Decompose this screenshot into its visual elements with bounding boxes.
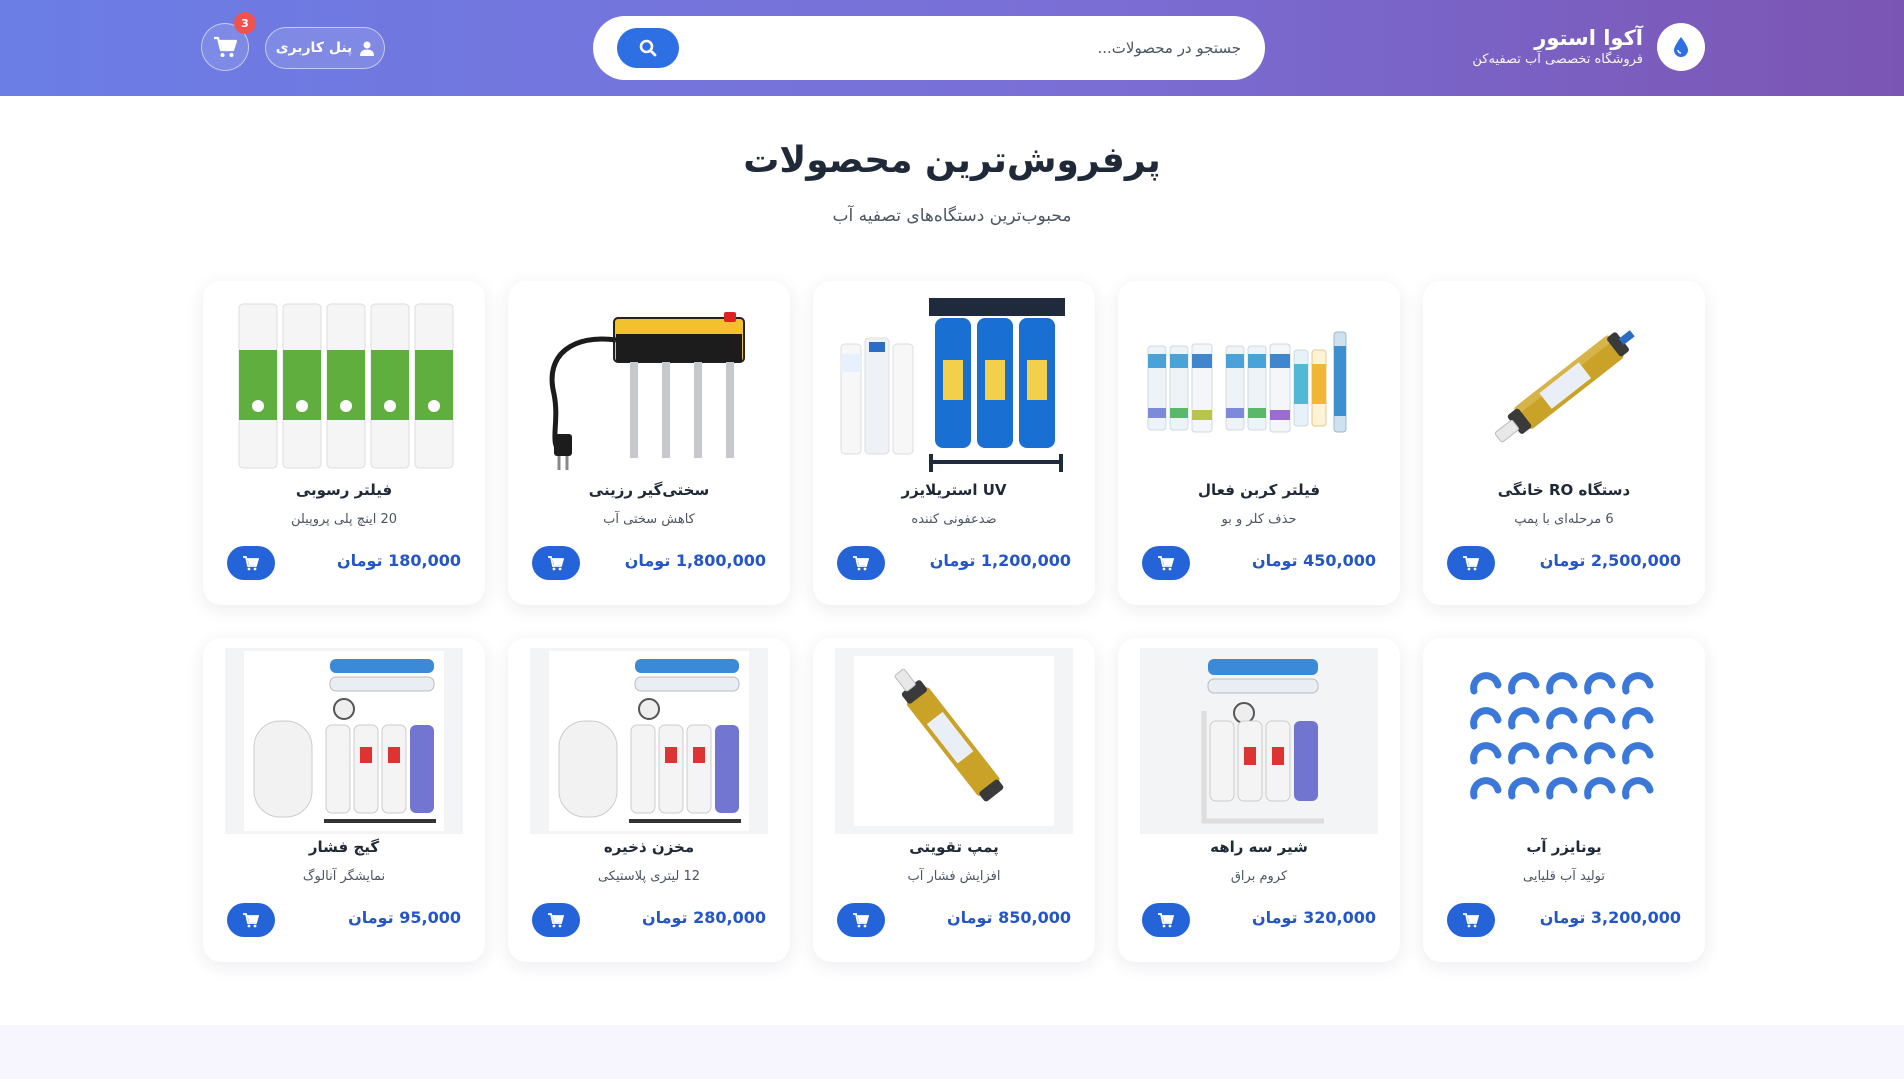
product-name: گیج فشار [308,838,380,856]
product-description: 20 اینچ پلی پروپیلن [290,512,398,527]
product-price: 850,000 تومان [946,908,1071,927]
product-name: سختی‌گیر رزینی [588,481,710,499]
product-description: 6 مرحله‌ای با پمپ [1514,512,1614,527]
cart-plus-icon [853,912,869,927]
user-panel-button[interactable]: پنل کاربری [265,27,385,69]
user-panel-label: پنل کاربری [275,40,353,56]
product-name: یونایزر آب [1526,838,1602,856]
search-button[interactable] [617,28,679,68]
product-price: 95,000 تومان [348,908,461,927]
product-name: شیر سه راهه [1210,838,1308,856]
product-card[interactable]: دستگاه RO خانگی 6 مرحله‌ای با پمپ 2,500,… [1423,281,1705,605]
cart-plus-icon [548,555,564,570]
product-card[interactable]: فیلتر رسوبی 20 اینچ پلی پروپیلن 180,000 … [203,281,485,605]
add-to-cart-button[interactable] [227,546,275,580]
product-price: 1,800,000 تومان [624,551,766,570]
product-price: 2,500,000 تومان [1539,551,1681,570]
u-clips-icon [1445,648,1683,834]
product-name: پمپ تقویتی [909,838,999,856]
add-to-cart-button[interactable] [532,903,580,937]
product-card[interactable]: UV استریلایزر ضدعفونی کننده 1,200,000 تو… [813,281,1095,605]
search-icon [639,39,657,57]
top-header: آکوا استور فروشگاه تخصصی آب تصفیه‌کن پنل… [0,0,1904,96]
cart-plus-icon [548,912,564,927]
cart-plus-icon [1463,912,1479,927]
product-description: 12 لیتری پلاستیکی [597,869,701,884]
housing-filters-icon [835,291,1073,477]
add-to-cart-button[interactable] [1447,546,1495,580]
cart-icon [214,36,237,57]
cart-count-badge: 3 [234,12,256,34]
product-card[interactable]: پمپ تقویتی افزایش فشار آب 850,000 تومان [813,638,1095,962]
user-icon [360,41,375,56]
product-description: نمایشگر آنالوگ [302,869,386,884]
add-to-cart-button[interactable] [227,903,275,937]
product-description: ضدعفونی کننده [911,512,997,527]
product-card[interactable]: شیر سه راهه کروم براق 320,000 تومان [1118,638,1400,962]
product-card[interactable]: یونایزر آب تولید آب قلیایی 3,200,000 توم… [1423,638,1705,962]
cart-plus-icon [243,912,259,927]
product-price: 450,000 تومان [1251,551,1376,570]
product-card[interactable]: مخزن ذخیره 12 لیتری پلاستیکی 280,000 توم… [508,638,790,962]
product-name: مخزن ذخیره [603,838,695,856]
product-card[interactable]: فیلتر کربن فعال حذف کلر و بو 450,000 توم… [1118,281,1400,605]
product-price: 320,000 تومان [1251,908,1376,927]
section-title: پرفروش‌ترین محصولات [743,140,1161,181]
product-price: 180,000 تومان [336,551,461,570]
tds-tester-icon [530,291,768,477]
cart-plus-icon [1158,555,1174,570]
brand-tagline: فروشگاه تخصصی آب تصفیه‌کن [1472,52,1643,67]
ro-system-icon [1140,648,1378,834]
add-to-cart-button[interactable] [532,546,580,580]
product-description: تولید آب قلیایی [1522,869,1605,884]
product-card[interactable]: گیج فشار نمایشگر آنالوگ 95,000 تومان [203,638,485,962]
add-to-cart-button[interactable] [837,546,885,580]
product-name: UV استریلایزر [901,481,1007,499]
cart-plus-icon [1158,912,1174,927]
ro-system-tank-icon [225,648,463,834]
search-bar [593,16,1265,80]
product-grid: دستگاه RO خانگی 6 مرحله‌ای با پمپ 2,500,… [200,281,1705,962]
cart-plus-icon [1463,555,1479,570]
ro-membrane-icon [835,648,1073,834]
filter-set-icon [1140,291,1378,477]
product-name: فیلتر کربن فعال [1197,481,1321,499]
product-price: 280,000 تومان [641,908,766,927]
add-to-cart-button[interactable] [837,903,885,937]
cart-plus-icon [853,555,869,570]
brand[interactable]: آکوا استور فروشگاه تخصصی آب تصفیه‌کن [1472,21,1705,73]
product-description: کاهش سختی آب [603,512,695,527]
add-to-cart-button[interactable] [1447,903,1495,937]
product-name: فیلتر رسوبی [295,481,393,499]
water-drop-icon [1657,23,1705,71]
ro-system-tank-icon [530,648,768,834]
product-card[interactable]: سختی‌گیر رزینی کاهش سختی آب 1,800,000 تو… [508,281,790,605]
product-price: 1,200,000 تومان [929,551,1071,570]
product-description: افزایش فشار آب [907,869,1001,884]
add-to-cart-button[interactable] [1142,903,1190,937]
ro-membrane-icon [1445,291,1683,477]
section-subtitle: محبوب‌ترین دستگاه‌های تصفیه آب [832,206,1072,226]
search-input[interactable] [617,39,1241,57]
product-description: حذف کلر و بو [1221,512,1297,527]
footer-strip [0,1025,1904,1079]
sediment-filters-icon [225,291,463,477]
product-name: دستگاه RO خانگی [1497,481,1631,499]
add-to-cart-button[interactable] [1142,546,1190,580]
cart-plus-icon [243,555,259,570]
product-description: کروم براق [1230,869,1288,884]
brand-name: آکوا استور [1534,26,1643,50]
product-price: 3,200,000 تومان [1539,908,1681,927]
